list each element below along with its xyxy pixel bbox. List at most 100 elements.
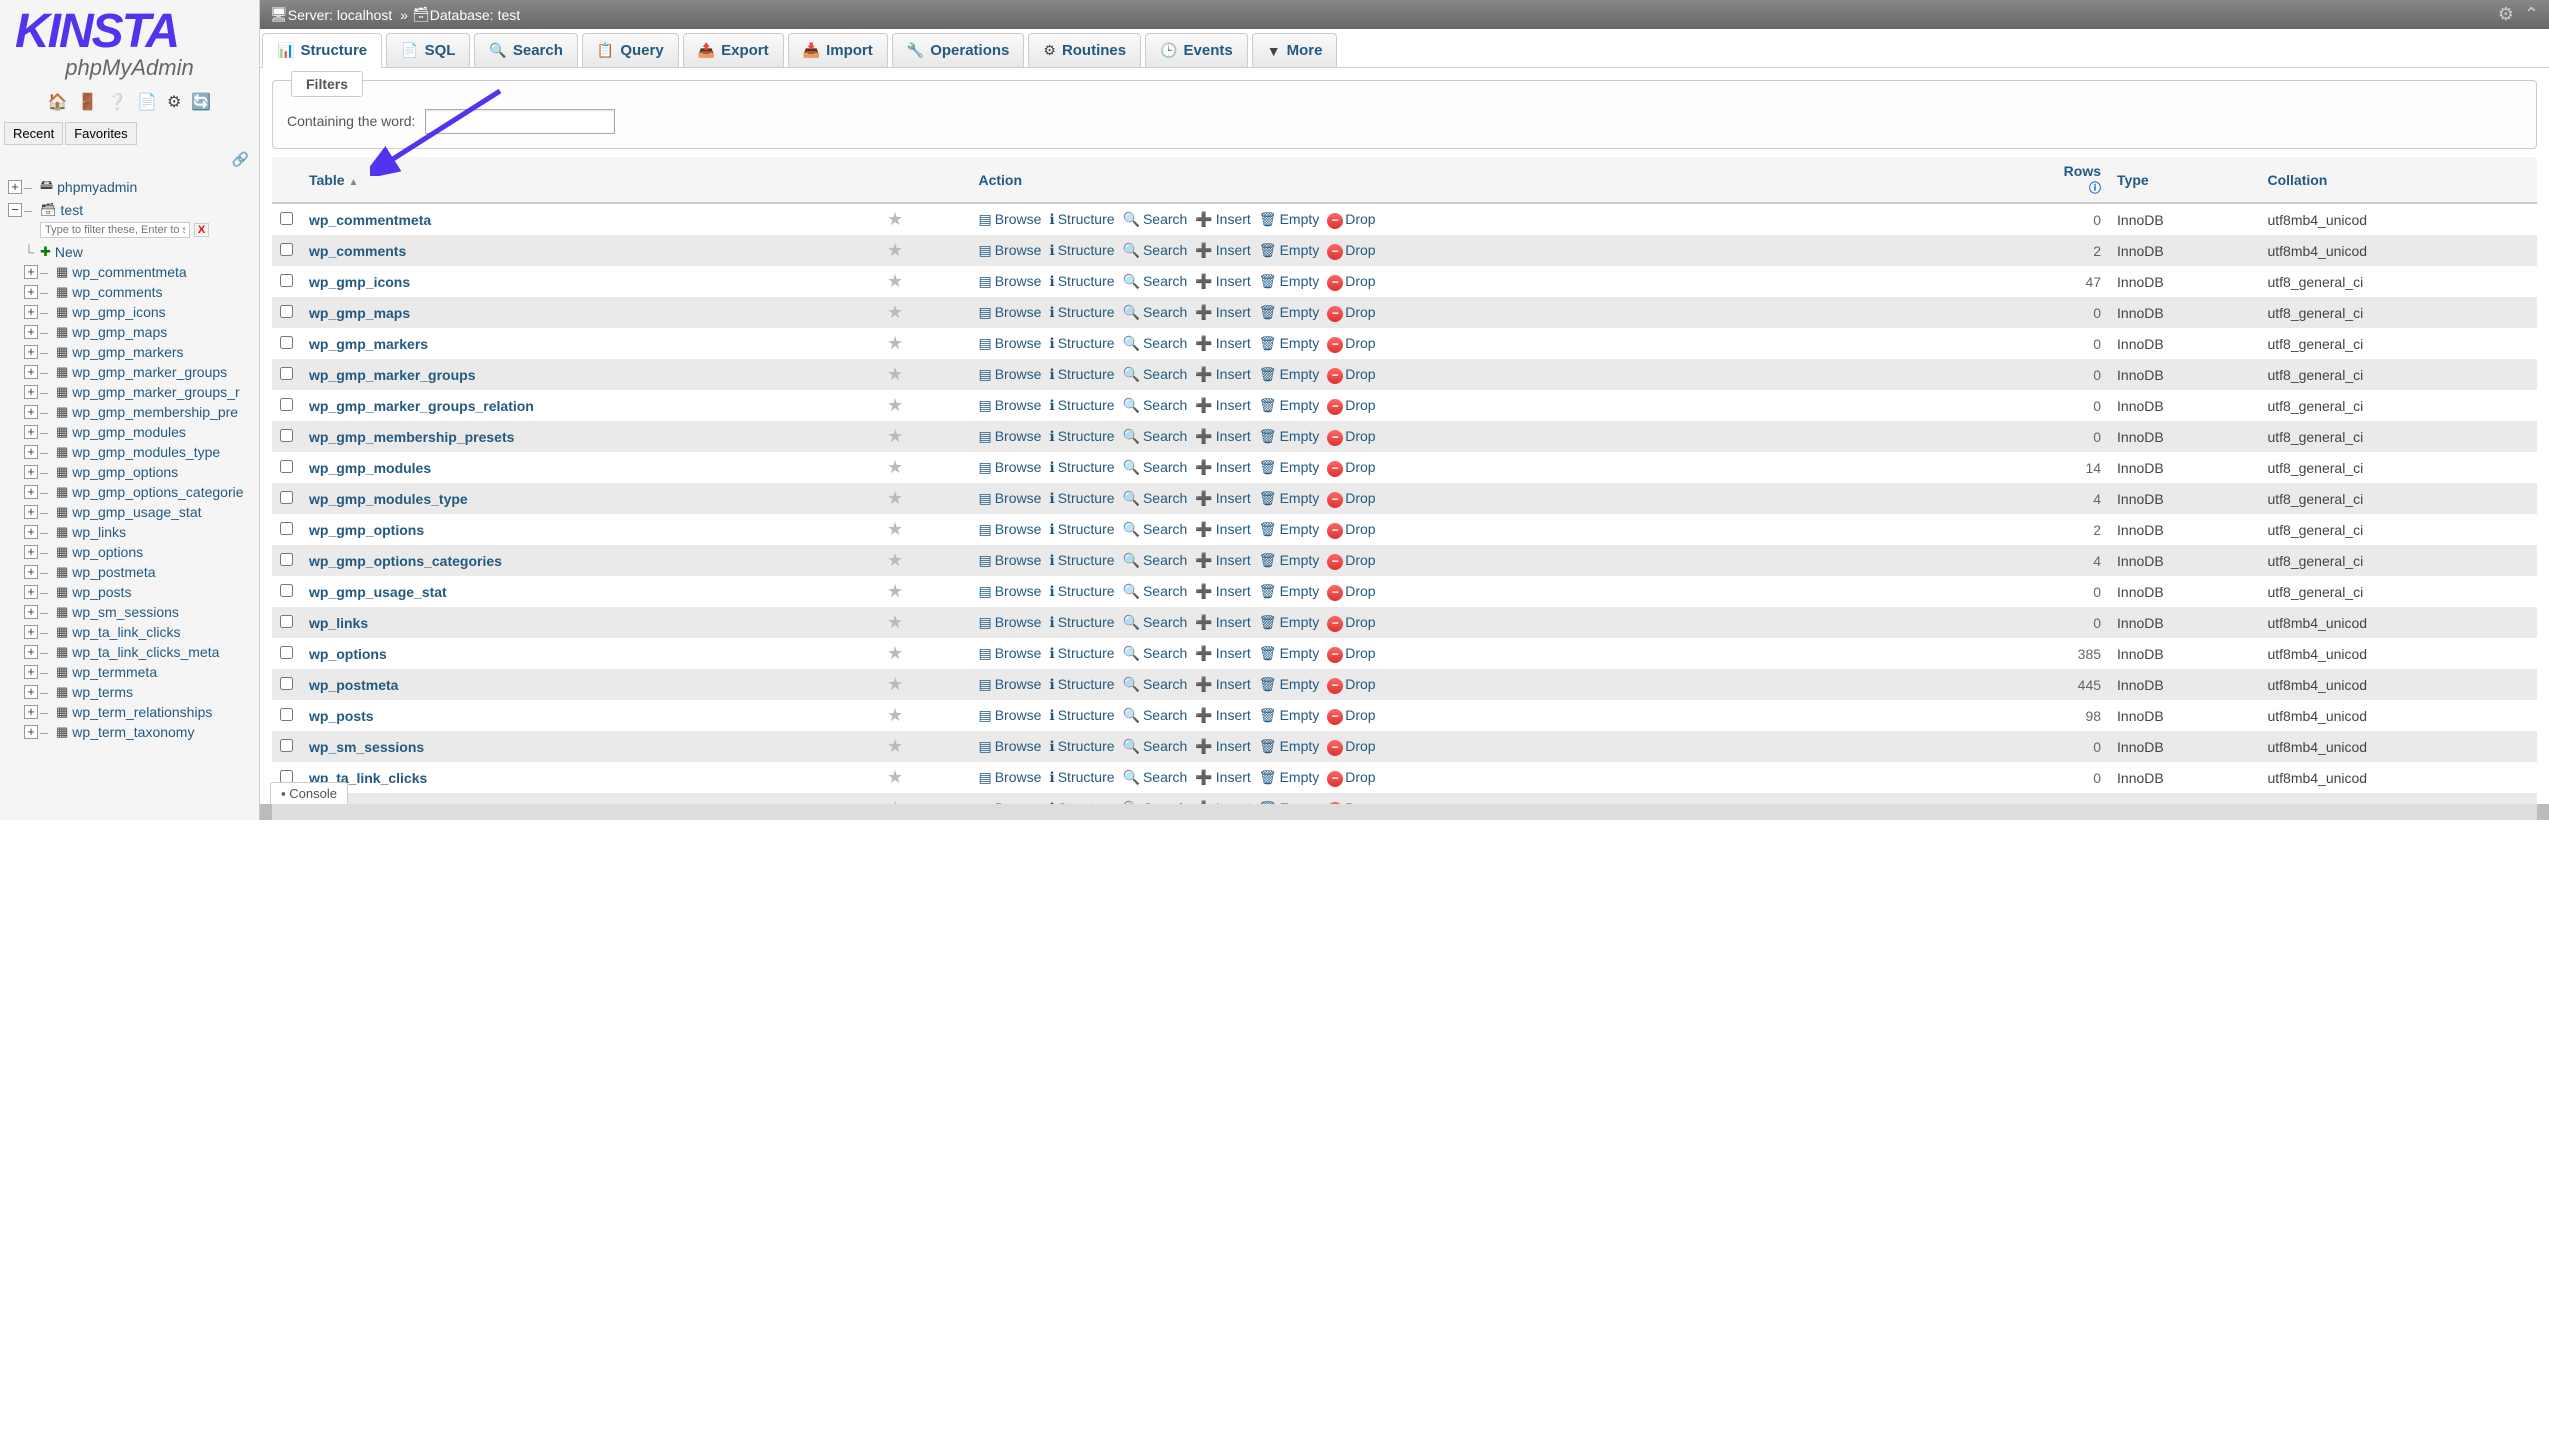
expand-icon[interactable]: + bbox=[24, 525, 38, 539]
drop-link[interactable]: −Drop bbox=[1327, 273, 1375, 289]
tree-table-item[interactable]: +–▦wp_links bbox=[4, 522, 255, 542]
expand-icon[interactable]: + bbox=[24, 705, 38, 719]
favorite-star-icon[interactable]: ★ bbox=[887, 798, 903, 804]
tree-root[interactable]: +– 🖴 phpmyadmin bbox=[4, 174, 255, 200]
structure-link[interactable]: ℹStructure bbox=[1049, 397, 1114, 413]
empty-link[interactable]: 🗑Empty bbox=[1259, 490, 1319, 506]
insert-link[interactable]: ➕Insert bbox=[1195, 273, 1250, 289]
favorite-star-icon[interactable]: ★ bbox=[887, 271, 903, 291]
row-checkbox[interactable] bbox=[280, 553, 293, 566]
tree-table-label[interactable]: wp_sm_sessions bbox=[72, 604, 179, 620]
empty-link[interactable]: 🗑Empty bbox=[1259, 521, 1319, 537]
favorite-star-icon[interactable]: ★ bbox=[887, 612, 903, 632]
bc-db-link[interactable]: test bbox=[498, 7, 521, 23]
insert-link[interactable]: ➕Insert bbox=[1195, 521, 1250, 537]
tree-table-item[interactable]: +–▦wp_ta_link_clicks_meta bbox=[4, 642, 255, 662]
favorite-star-icon[interactable]: ★ bbox=[887, 488, 903, 508]
expand-icon[interactable]: + bbox=[24, 645, 38, 659]
tree-table-item[interactable]: +–▦wp_gmp_marker_groups_r bbox=[4, 382, 255, 402]
tree-table-item[interactable]: +–▦wp_ta_link_clicks bbox=[4, 622, 255, 642]
tree-table-item[interactable]: +–▦wp_gmp_maps bbox=[4, 322, 255, 342]
favorite-star-icon[interactable]: ★ bbox=[887, 767, 903, 787]
console-tab[interactable]: ▪ Console bbox=[270, 782, 348, 804]
structure-link[interactable]: ℹStructure bbox=[1049, 676, 1114, 692]
tree-table-label[interactable]: wp_links bbox=[72, 524, 126, 540]
search-link[interactable]: 🔍Search bbox=[1123, 645, 1188, 661]
structure-link[interactable]: ℹStructure bbox=[1049, 769, 1114, 785]
row-checkbox[interactable] bbox=[280, 739, 293, 752]
favorite-star-icon[interactable]: ★ bbox=[887, 426, 903, 446]
structure-link[interactable]: ℹStructure bbox=[1049, 211, 1114, 227]
insert-link[interactable]: ➕Insert bbox=[1195, 676, 1250, 692]
structure-link[interactable]: ℹStructure bbox=[1049, 428, 1114, 444]
drop-link[interactable]: −Drop bbox=[1327, 769, 1375, 785]
tree-table-label[interactable]: wp_ta_link_clicks_meta bbox=[72, 644, 219, 660]
expand-icon[interactable]: + bbox=[24, 565, 38, 579]
drop-link[interactable]: −Drop bbox=[1327, 614, 1375, 630]
tree-new[interactable]: └ ✚ New bbox=[4, 242, 255, 262]
tree-table-label[interactable]: wp_gmp_options_categorie bbox=[72, 484, 243, 500]
tree-table-item[interactable]: +–▦wp_gmp_membership_pre bbox=[4, 402, 255, 422]
empty-link[interactable]: 🗑Empty bbox=[1259, 769, 1319, 785]
drop-link[interactable]: −Drop bbox=[1327, 428, 1375, 444]
tree-table-label[interactable]: wp_term_relationships bbox=[72, 704, 212, 720]
insert-link[interactable]: ➕Insert bbox=[1195, 397, 1250, 413]
row-checkbox[interactable] bbox=[280, 243, 293, 256]
row-checkbox[interactable] bbox=[280, 677, 293, 690]
expand-icon[interactable]: + bbox=[24, 605, 38, 619]
tab-events[interactable]: 🕒Events bbox=[1145, 33, 1248, 67]
empty-link[interactable]: 🗑Empty bbox=[1259, 800, 1319, 805]
table-name-link[interactable]: wp_gmp_markers bbox=[309, 336, 428, 352]
drop-link[interactable]: −Drop bbox=[1327, 645, 1375, 661]
browse-link[interactable]: ▤Browse bbox=[978, 738, 1041, 754]
row-checkbox[interactable] bbox=[280, 367, 293, 380]
tab-import[interactable]: 📥Import bbox=[788, 33, 888, 67]
structure-link[interactable]: ℹStructure bbox=[1049, 552, 1114, 568]
row-checkbox[interactable] bbox=[280, 584, 293, 597]
tab-export[interactable]: 📤Export bbox=[683, 33, 784, 67]
tree-table-label[interactable]: wp_ta_link_clicks bbox=[72, 624, 180, 640]
insert-link[interactable]: ➕Insert bbox=[1195, 242, 1250, 258]
tree-table-item[interactable]: +–▦wp_gmp_options_categorie bbox=[4, 482, 255, 502]
structure-link[interactable]: ℹStructure bbox=[1049, 335, 1114, 351]
browse-link[interactable]: ▤Browse bbox=[978, 707, 1041, 723]
tree-table-label[interactable]: wp_gmp_maps bbox=[72, 324, 167, 340]
tree-table-item[interactable]: +–▦wp_options bbox=[4, 542, 255, 562]
tree-table-item[interactable]: +–▦wp_gmp_options bbox=[4, 462, 255, 482]
structure-link[interactable]: ℹStructure bbox=[1049, 738, 1114, 754]
search-link[interactable]: 🔍Search bbox=[1123, 521, 1188, 537]
favorite-star-icon[interactable]: ★ bbox=[887, 581, 903, 601]
browse-link[interactable]: ▤Browse bbox=[978, 521, 1041, 537]
table-name-link[interactable]: wp_gmp_modules bbox=[309, 460, 431, 476]
search-link[interactable]: 🔍Search bbox=[1123, 676, 1188, 692]
table-name-link[interactable]: wp_sm_sessions bbox=[309, 739, 424, 755]
search-link[interactable]: 🔍Search bbox=[1123, 583, 1188, 599]
search-link[interactable]: 🔍Search bbox=[1123, 738, 1188, 754]
docs-icon[interactable]: 📄 bbox=[137, 94, 157, 111]
drop-link[interactable]: −Drop bbox=[1327, 676, 1375, 692]
empty-link[interactable]: 🗑Empty bbox=[1259, 211, 1319, 227]
expand-icon[interactable]: + bbox=[24, 505, 38, 519]
table-name-link[interactable]: wp_comments bbox=[309, 243, 406, 259]
tree-table-item[interactable]: +–▦wp_commentmeta bbox=[4, 262, 255, 282]
insert-link[interactable]: ➕Insert bbox=[1195, 490, 1250, 506]
browse-link[interactable]: ▤Browse bbox=[978, 769, 1041, 785]
expand-icon[interactable]: + bbox=[24, 425, 38, 439]
tab-query[interactable]: 📋Query bbox=[582, 33, 679, 67]
browse-link[interactable]: ▤Browse bbox=[978, 397, 1041, 413]
search-link[interactable]: 🔍Search bbox=[1123, 707, 1188, 723]
insert-link[interactable]: ➕Insert bbox=[1195, 583, 1250, 599]
tree-filter-input[interactable] bbox=[40, 222, 190, 238]
tree-table-label[interactable]: wp_commentmeta bbox=[72, 264, 186, 280]
row-checkbox[interactable] bbox=[280, 615, 293, 628]
insert-link[interactable]: ➕Insert bbox=[1195, 645, 1250, 661]
tree-db[interactable]: −– 🗃 test bbox=[4, 200, 255, 220]
search-link[interactable]: 🔍Search bbox=[1123, 769, 1188, 785]
tree-table-label[interactable]: wp_postmeta bbox=[72, 564, 155, 580]
empty-link[interactable]: 🗑Empty bbox=[1259, 335, 1319, 351]
table-name-link[interactable]: wp_commentmeta bbox=[309, 212, 431, 228]
table-name-link[interactable]: wp_posts bbox=[309, 708, 374, 724]
browse-link[interactable]: ▤Browse bbox=[978, 304, 1041, 320]
favorite-star-icon[interactable]: ★ bbox=[887, 240, 903, 260]
favorite-star-icon[interactable]: ★ bbox=[887, 550, 903, 570]
